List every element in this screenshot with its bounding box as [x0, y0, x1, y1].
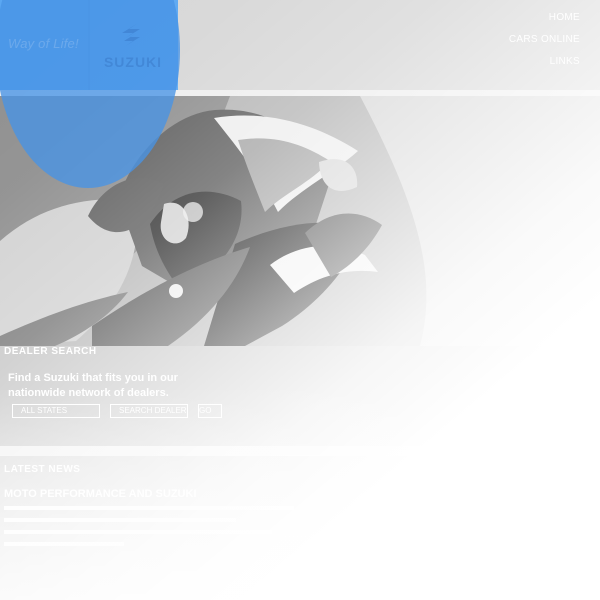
dealer-search-controls: ALL STATES SEARCH DEALER GO — [8, 404, 238, 422]
search-dealer-button[interactable]: SEARCH DEALER — [110, 404, 188, 418]
nav-home-link[interactable]: HOME — [508, 7, 580, 29]
dealer-state-select[interactable]: ALL STATES — [12, 404, 100, 418]
site-header: Way of Life! SUZUKI HOME CARS ONLINE LIN… — [0, 0, 600, 90]
latest-news-headline[interactable]: MOTO PERFORMANCE AND SUZUKI — [4, 488, 244, 500]
news-summary-line — [4, 518, 236, 522]
nav-cars-online-link[interactable]: CARS ONLINE — [508, 29, 580, 51]
nav-links-link[interactable]: LINKS — [508, 51, 580, 73]
hero-motorcycle-image — [0, 96, 600, 346]
news-summary-line — [4, 530, 272, 534]
news-summary-line — [4, 506, 294, 510]
suzuki-homepage: Way of Life! SUZUKI HOME CARS ONLINE LIN… — [0, 0, 600, 600]
latest-news-title: LATEST NEWS — [4, 464, 81, 475]
site-tagline: Way of Life! — [8, 36, 79, 51]
dealer-go-button[interactable]: GO — [198, 404, 222, 418]
suzuki-logo[interactable]: SUZUKI — [92, 20, 174, 74]
top-navigation: HOME CARS ONLINE LINKS — [508, 7, 580, 73]
suzuki-wordmark: SUZUKI — [103, 54, 163, 70]
dealer-search-panel: DEALER SEARCH Find a Suzuki that fits yo… — [0, 346, 600, 446]
latest-news-panel: LATEST NEWS MOTO PERFORMANCE AND SUZUKI — [0, 456, 600, 600]
dealer-search-title: DEALER SEARCH — [4, 346, 97, 357]
motorcycle-rider-illustration — [0, 96, 600, 346]
dealer-search-description: Find a Suzuki that fits you in our natio… — [8, 372, 178, 399]
suzuki-s-logo-icon — [122, 23, 140, 47]
news-summary-line — [4, 542, 124, 546]
brand-divider — [88, 0, 90, 90]
brand-panel: Way of Life! SUZUKI — [0, 0, 178, 90]
news-summary-lines — [4, 506, 314, 552]
